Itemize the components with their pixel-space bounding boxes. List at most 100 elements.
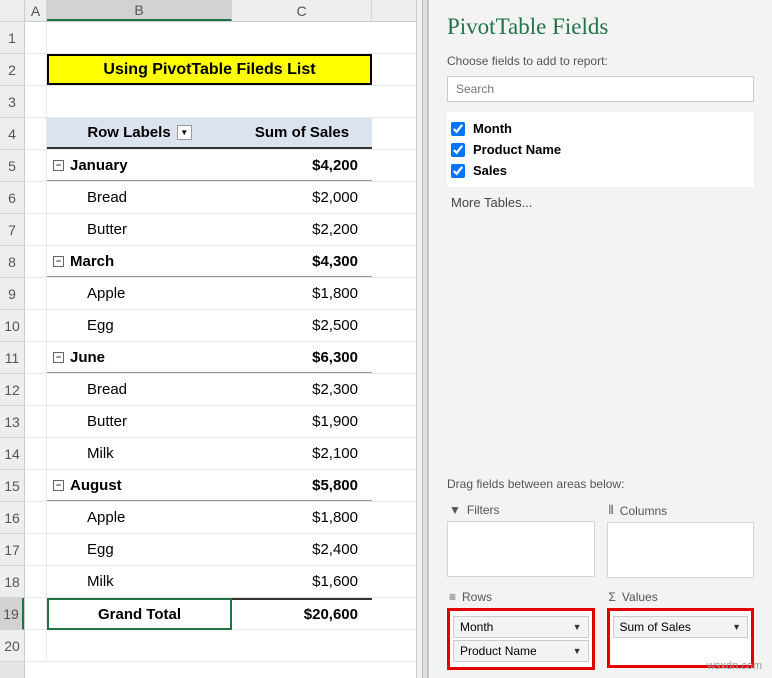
filter-dropdown-icon[interactable]: ▼ <box>177 125 192 140</box>
cell[interactable]: Bread <box>47 182 232 213</box>
cell[interactable] <box>25 214 47 245</box>
row-header[interactable]: 15 <box>0 470 24 502</box>
cell[interactable]: −March <box>47 246 232 277</box>
cell[interactable]: Sum of Sales <box>232 118 372 149</box>
row-header[interactable]: 20 <box>0 630 24 662</box>
row-header[interactable]: 17 <box>0 534 24 566</box>
chevron-down-icon[interactable]: ▼ <box>573 622 582 632</box>
cell[interactable]: $2,100 <box>232 438 372 469</box>
row-header[interactable]: 6 <box>0 182 24 214</box>
cell[interactable]: $1,900 <box>232 406 372 437</box>
cell[interactable]: $2,000 <box>232 182 372 213</box>
cell[interactable]: $4,200 <box>232 150 372 181</box>
chevron-down-icon[interactable]: ▼ <box>573 646 582 656</box>
cell[interactable] <box>25 150 47 181</box>
col-header-c[interactable]: C <box>232 0 372 21</box>
title-cell[interactable]: Using PivotTable Fileds List <box>47 54 372 85</box>
cell[interactable] <box>47 86 232 117</box>
cell[interactable]: Apple <box>47 278 232 309</box>
cell[interactable]: $2,200 <box>232 214 372 245</box>
cell[interactable]: −January <box>47 150 232 181</box>
cell[interactable] <box>25 342 47 373</box>
area-tag[interactable]: Month▼ <box>453 616 589 638</box>
cell[interactable]: Egg <box>47 310 232 341</box>
row-header[interactable]: 11 <box>0 342 24 374</box>
cell[interactable]: $4,300 <box>232 246 372 277</box>
cell[interactable]: $1,600 <box>232 566 372 597</box>
field-checkbox[interactable] <box>451 143 465 157</box>
row-header[interactable]: 5 <box>0 150 24 182</box>
row-header[interactable]: 16 <box>0 502 24 534</box>
field-item[interactable]: Product Name <box>447 139 754 160</box>
cell[interactable] <box>47 630 232 661</box>
cell[interactable]: $1,800 <box>232 278 372 309</box>
cell[interactable]: Milk <box>47 438 232 469</box>
collapse-icon[interactable]: − <box>53 160 64 171</box>
row-header[interactable]: 14 <box>0 438 24 470</box>
more-tables-link[interactable]: More Tables... <box>447 187 754 218</box>
cell[interactable] <box>25 406 47 437</box>
row-header[interactable]: 12 <box>0 374 24 406</box>
row-header[interactable]: 7 <box>0 214 24 246</box>
cell[interactable]: $2,500 <box>232 310 372 341</box>
cell[interactable]: −August <box>47 470 232 501</box>
row-header[interactable]: 3 <box>0 86 24 118</box>
row-header[interactable]: 13 <box>0 406 24 438</box>
columns-area[interactable]: ⦀Columns <box>607 499 755 578</box>
cell[interactable] <box>25 438 47 469</box>
cell[interactable]: $20,600 <box>232 598 372 629</box>
collapse-icon[interactable]: − <box>53 480 64 491</box>
cell[interactable] <box>25 22 47 53</box>
cell[interactable]: Apple <box>47 502 232 533</box>
cell[interactable] <box>25 118 47 149</box>
cell[interactable] <box>25 182 47 213</box>
rows-drop[interactable]: Month▼Product Name▼ <box>447 608 595 670</box>
cell[interactable]: Milk <box>47 566 232 597</box>
columns-drop[interactable] <box>607 522 755 578</box>
cell[interactable] <box>25 566 47 597</box>
chevron-down-icon[interactable]: ▼ <box>732 622 741 632</box>
cell[interactable] <box>25 54 47 85</box>
row-header[interactable]: 10 <box>0 310 24 342</box>
cell[interactable]: Bread <box>47 374 232 405</box>
row-header[interactable]: 1 <box>0 22 24 54</box>
search-input[interactable] <box>447 76 754 102</box>
cell[interactable]: Row Labels▼ <box>47 118 232 149</box>
cell[interactable] <box>25 502 47 533</box>
select-all-corner[interactable] <box>0 0 24 22</box>
area-tag[interactable]: Product Name▼ <box>453 640 589 662</box>
row-header[interactable]: 9 <box>0 278 24 310</box>
cell[interactable] <box>25 534 47 565</box>
cell[interactable] <box>232 22 372 53</box>
cell[interactable] <box>25 630 47 661</box>
values-area[interactable]: ΣValues Sum of Sales▼ <box>607 586 755 670</box>
filters-area[interactable]: ▼Filters <box>447 499 595 578</box>
row-header[interactable]: 4 <box>0 118 24 150</box>
cell[interactable] <box>25 278 47 309</box>
cell[interactable]: $6,300 <box>232 342 372 373</box>
field-item[interactable]: Month <box>447 118 754 139</box>
row-header[interactable]: 8 <box>0 246 24 278</box>
cell[interactable] <box>25 374 47 405</box>
cell[interactable] <box>25 310 47 341</box>
col-header-a[interactable]: A <box>25 0 47 21</box>
cell[interactable] <box>47 22 232 53</box>
cell[interactable] <box>25 86 47 117</box>
row-header[interactable]: 18 <box>0 566 24 598</box>
cell[interactable]: Butter <box>47 406 232 437</box>
cell[interactable] <box>232 86 372 117</box>
area-tag[interactable]: Sum of Sales▼ <box>613 616 749 638</box>
cell[interactable]: −June <box>47 342 232 373</box>
col-header-b[interactable]: B <box>47 0 232 21</box>
cell[interactable]: $2,300 <box>232 374 372 405</box>
cell[interactable] <box>232 630 372 661</box>
row-header[interactable]: 2 <box>0 54 24 86</box>
field-checkbox[interactable] <box>451 122 465 136</box>
cell[interactable]: $1,800 <box>232 502 372 533</box>
values-drop[interactable]: Sum of Sales▼ <box>607 608 755 668</box>
cell[interactable] <box>25 246 47 277</box>
cell[interactable]: $2,400 <box>232 534 372 565</box>
cell[interactable]: Egg <box>47 534 232 565</box>
cell[interactable]: Grand Total <box>47 598 232 629</box>
cell[interactable]: $5,800 <box>232 470 372 501</box>
